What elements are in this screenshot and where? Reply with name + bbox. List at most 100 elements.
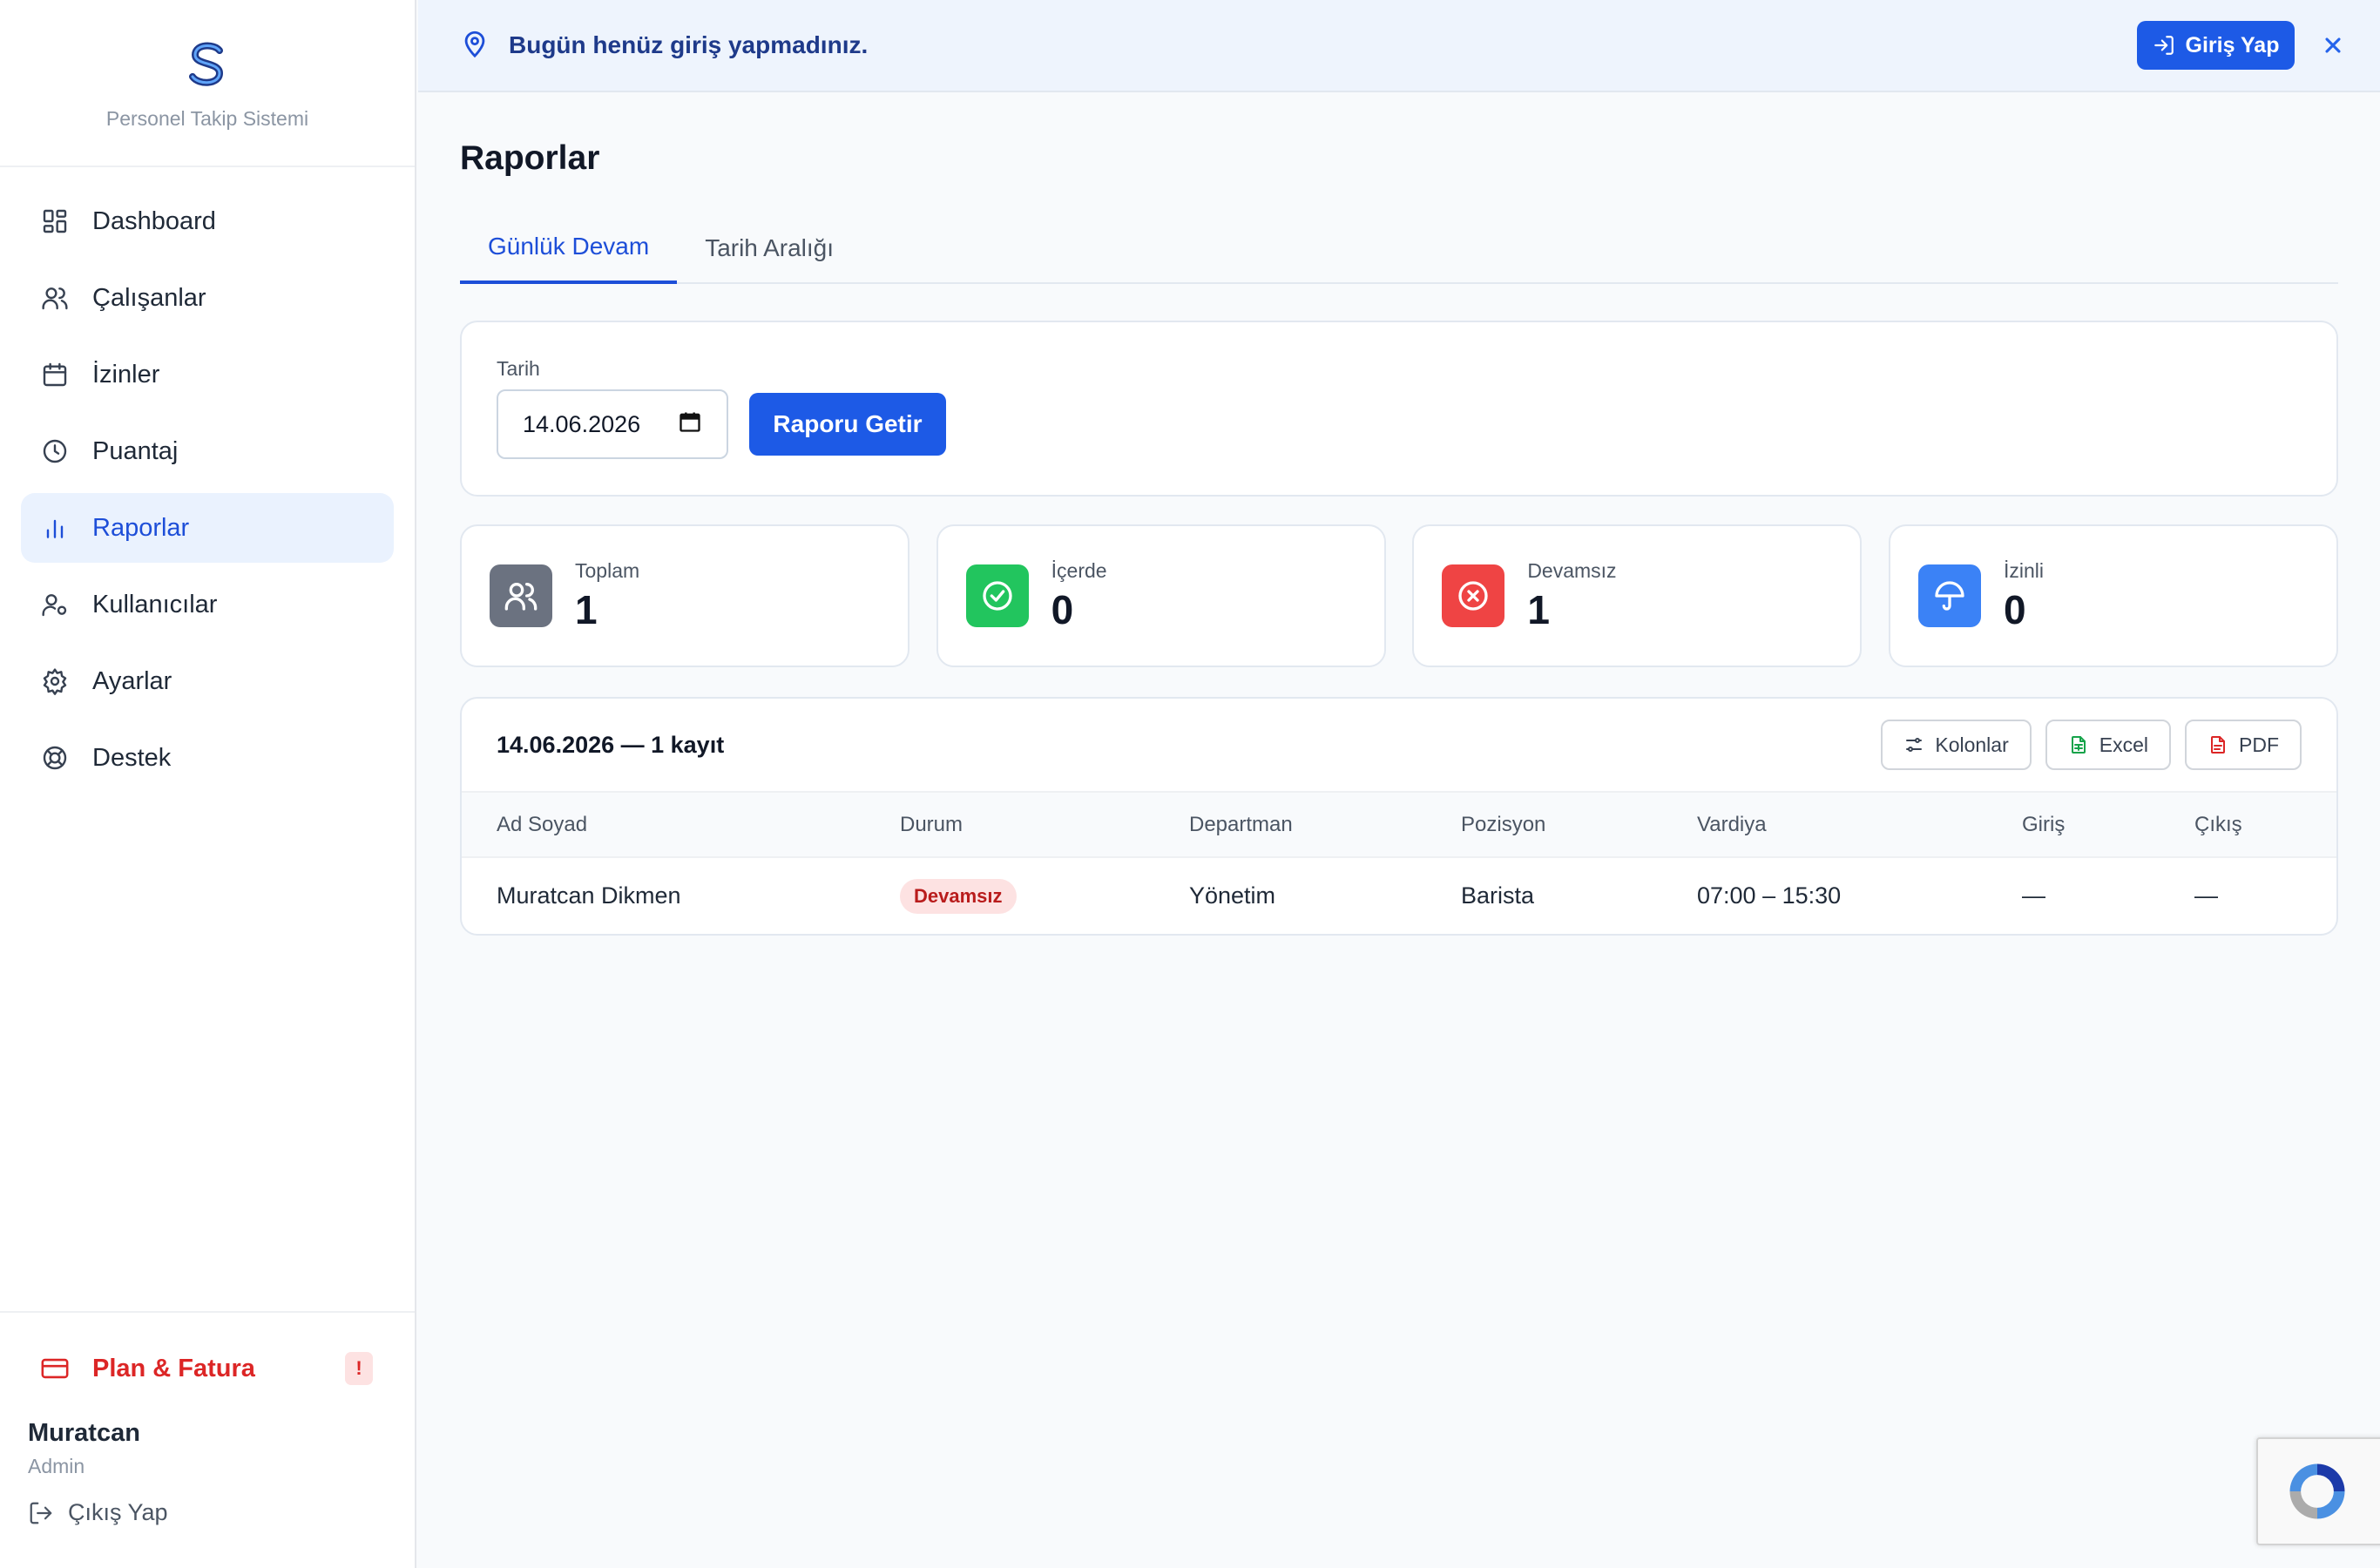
logo-icon[interactable]: [181, 38, 233, 91]
pdf-label: PDF: [2239, 733, 2279, 756]
columns-label: Kolonlar: [1935, 733, 2009, 756]
stat-label: Toplam: [575, 558, 640, 582]
main-content: Raporlar Günlük Devam Tarih Aralığı Tari…: [460, 92, 2338, 936]
stat-value: 0: [2003, 586, 2026, 632]
close-icon[interactable]: [2321, 33, 2345, 57]
page-title: Raporlar: [460, 139, 600, 177]
column-header[interactable]: Ad Soyad: [462, 793, 865, 858]
lifebuoy-icon: [40, 743, 70, 773]
attendance-table: Ad Soyad Durum Departman Pozisyon Vardiy…: [462, 793, 2336, 934]
tab-daily-attendance[interactable]: Günlük Devam: [460, 213, 678, 284]
stat-value: 1: [1527, 586, 1550, 632]
login-label: Giriş Yap: [2185, 32, 2280, 57]
pdf-file-icon: [2211, 736, 2225, 754]
cell-checkin: —: [2022, 882, 2045, 909]
user-settings-icon: [40, 590, 70, 619]
check-circle-icon: [965, 564, 1029, 627]
sidebar-item-label: İzinler: [92, 360, 160, 389]
plan-billing-link[interactable]: Plan & Fatura !: [21, 1334, 394, 1403]
sidebar-item-label: Raporlar: [92, 513, 190, 542]
sidebar: Personel Takip Sistemi Dashboard Çalışan…: [0, 0, 416, 1568]
sidebar-item-label: Çalışanlar: [92, 283, 206, 312]
table-row[interactable]: Muratcan Dikmen Devamsız Yönetim Barista…: [462, 857, 2336, 934]
sidebar-nav: Dashboard Çalışanlar İzinler Puantaj Rap…: [0, 167, 415, 793]
report-title: 14.06.2026 — 1 kayıt: [497, 731, 725, 758]
sidebar-item-leaves[interactable]: İzinler: [21, 340, 394, 409]
column-header[interactable]: Çıkış: [2160, 793, 2336, 858]
cell-position: Barista: [1461, 882, 1535, 909]
sidebar-item-label: Kullanıcılar: [92, 590, 218, 618]
user-role: Admin: [28, 1455, 85, 1477]
sidebar-footer: Plan & Fatura ! Muratcan Admin Çıkış Yap: [0, 1311, 415, 1568]
logout-icon: [30, 1502, 52, 1524]
login-button[interactable]: Giriş Yap: [2137, 21, 2295, 70]
stat-label: Devamsız: [1527, 558, 1617, 582]
excel-export-button[interactable]: Excel: [2045, 720, 2171, 770]
column-header[interactable]: Pozisyon: [1426, 793, 1662, 858]
stat-value: 1: [575, 586, 598, 632]
stat-card-inside: İçerde 0: [936, 524, 1386, 667]
sidebar-item-timesheet[interactable]: Puantaj: [21, 416, 394, 486]
column-header[interactable]: Vardiya: [1662, 793, 1987, 858]
gear-icon: [40, 666, 70, 696]
sidebar-item-dashboard[interactable]: Dashboard: [21, 186, 394, 256]
table-tools: Kolonlar Excel PDF: [1867, 720, 2302, 770]
excel-label: Excel: [2099, 733, 2148, 756]
sidebar-item-settings[interactable]: Ayarlar: [21, 646, 394, 716]
table-header-row: Ad Soyad Durum Departman Pozisyon Vardiy…: [462, 793, 2336, 858]
checkin-banner: Bugün henüz giriş yapmadınız. Giriş Yap: [418, 0, 2380, 92]
bar-chart-icon: [40, 513, 70, 543]
stat-card-on-leave: İzinli 0: [1888, 524, 2338, 667]
brand: Personel Takip Sistemi: [0, 0, 415, 167]
recaptcha-icon: [2289, 1463, 2345, 1519]
sidebar-item-employees[interactable]: Çalışanlar: [21, 263, 394, 333]
banner-message: Bugün henüz giriş yapmadınız.: [509, 31, 869, 58]
user-name: Muratcan: [28, 1419, 140, 1447]
stat-label: İzinli: [2003, 558, 2044, 582]
column-header[interactable]: Durum: [865, 793, 1154, 858]
column-header[interactable]: Giriş: [1987, 793, 2160, 858]
cell-name: Muratcan Dikmen: [497, 882, 681, 909]
sliders-icon: [1906, 738, 1923, 752]
sidebar-item-users[interactable]: Kullanıcılar: [21, 570, 394, 639]
tab-date-range[interactable]: Tarih Aralığı: [677, 213, 862, 284]
clock-icon: [40, 436, 70, 466]
credit-card-icon: [40, 1354, 70, 1383]
date-value: 14.06.2026: [523, 410, 641, 437]
logout-button[interactable]: Çıkış Yap: [28, 1499, 394, 1526]
dashboard-icon: [40, 206, 70, 236]
location-pin-icon: [460, 29, 490, 63]
stats-row: Toplam 1 İçerde 0 Devamsız 1 İzinli 0: [460, 524, 2338, 667]
users-icon: [490, 564, 552, 627]
fetch-report-button[interactable]: Raporu Getir: [749, 393, 946, 456]
umbrella-icon: [1917, 564, 1981, 627]
pdf-export-button[interactable]: PDF: [2185, 720, 2302, 770]
sidebar-item-reports[interactable]: Raporlar: [21, 493, 394, 563]
stat-label: İçerde: [1051, 558, 1107, 582]
calendar-icon: [40, 360, 70, 389]
spreadsheet-icon: [2071, 736, 2086, 754]
stat-value: 0: [1051, 586, 1074, 632]
sidebar-item-label: Destek: [92, 743, 172, 772]
date-label: Tarih: [497, 357, 540, 380]
alert-badge: !: [345, 1352, 373, 1385]
cell-status: Devamsız: [865, 857, 1154, 934]
recaptcha-badge[interactable]: [2256, 1437, 2380, 1545]
status-badge: Devamsız: [900, 878, 1017, 914]
filter-card: Tarih 14.06.2026 Raporu Getir: [460, 321, 2338, 497]
date-input[interactable]: 14.06.2026: [497, 389, 728, 459]
column-header[interactable]: Departman: [1154, 793, 1426, 858]
report-table-card: 14.06.2026 — 1 kayıt Kolonlar Excel PDF: [460, 697, 2338, 936]
login-icon: [2153, 36, 2174, 55]
cell-department: Yönetim: [1189, 882, 1276, 909]
users-icon: [40, 283, 70, 313]
sidebar-item-label: Ayarlar: [92, 666, 172, 695]
columns-button[interactable]: Kolonlar: [1881, 720, 2032, 770]
brand-name: Personel Takip Sistemi: [105, 107, 309, 130]
report-tabs: Günlük Devam Tarih Aralığı: [460, 213, 2338, 284]
cell-shift: 07:00 – 15:30: [1697, 882, 1842, 909]
calendar-picker-icon[interactable]: [678, 409, 702, 440]
sidebar-item-label: Dashboard: [92, 206, 216, 235]
x-circle-icon: [1442, 564, 1505, 627]
sidebar-item-support[interactable]: Destek: [21, 723, 394, 793]
